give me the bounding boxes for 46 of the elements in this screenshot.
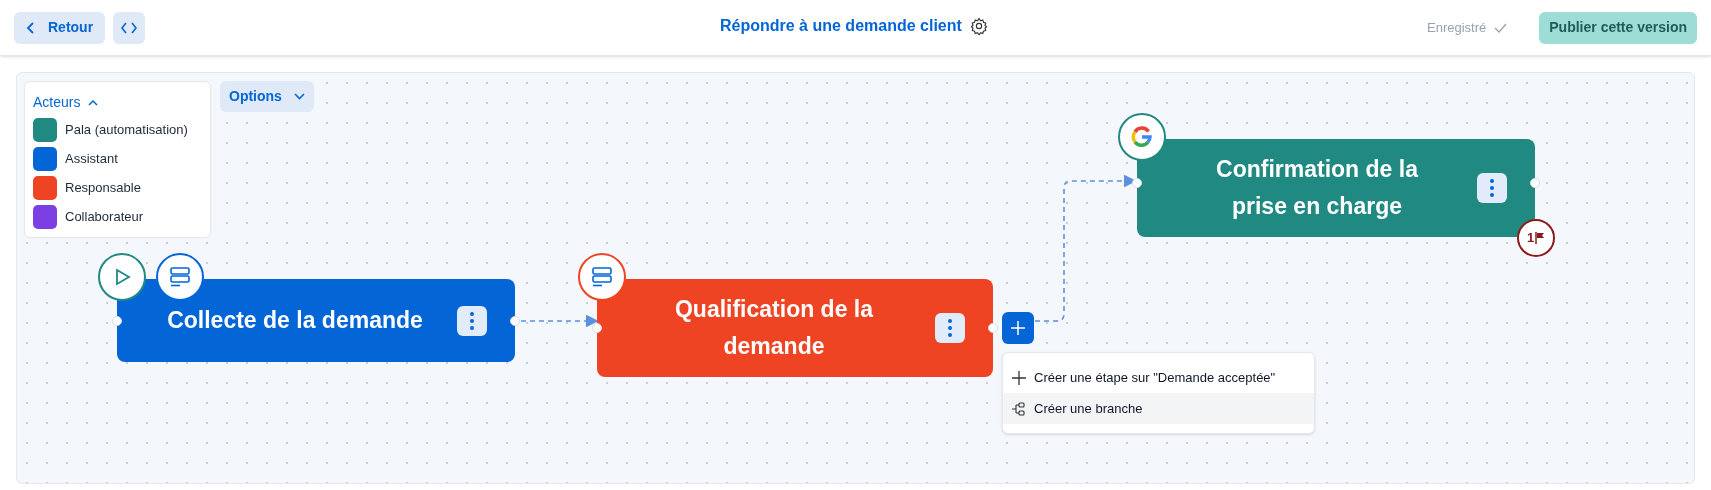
connection-handle[interactable] [988,323,998,333]
page-title: Répondre à une demande client [720,16,962,36]
code-icon [121,21,138,34]
check-icon [1494,22,1508,33]
publish-button[interactable]: Publier cette version [1539,11,1697,44]
more-options-button[interactable] [935,313,965,343]
step-title: Confirmation de la prise en charge [1215,155,1420,221]
actor-label: Responsable [65,179,141,198]
connection-handle[interactable] [1530,178,1540,188]
chevron-down-icon [293,93,305,100]
plus-icon [1010,320,1026,336]
step-node[interactable]: Collecte de la demande [117,279,515,362]
more-vertical-icon [948,319,952,337]
plus-icon [1012,370,1026,385]
connection-handle[interactable] [112,315,122,326]
actor-label: Pala (automatisation) [65,121,188,140]
multicolor-logo-icon [1131,126,1153,148]
add-step-button[interactable] [1002,312,1034,344]
options-button[interactable]: Options [220,81,314,112]
step-node[interactable]: Qualification de la demande [597,279,993,377]
more-vertical-icon [470,311,474,330]
more-vertical-icon [1490,179,1494,197]
menu-item[interactable]: Créer une branche [1003,393,1314,424]
actor-label: Collaborateur [65,208,144,227]
connection-handle[interactable] [1132,178,1142,188]
branch-icon [1012,401,1026,416]
flag-count-badge: 1 [1517,219,1555,257]
menu-item[interactable]: Créer une étape sur "Demande acceptée" [1003,362,1314,393]
step-title: Collecte de la demande [167,306,423,335]
settings-icon[interactable] [969,17,988,35]
stacked-form-icon [591,266,613,288]
actor-label: Assistant [65,150,118,169]
save-status: Enregistré [1427,18,1487,37]
legend-toggle[interactable]: Acteurs [33,92,202,113]
connection-handle[interactable] [592,323,602,333]
code-button[interactable] [113,11,146,44]
more-options-button[interactable] [1477,173,1507,203]
flag-icon [1535,232,1546,244]
more-options-button[interactable] [457,305,487,336]
stacked-form-icon [169,266,191,288]
connection-handle[interactable] [510,315,520,326]
chevron-up-icon [88,99,99,106]
chevron-left-icon [26,21,36,34]
canvas[interactable] [16,72,1695,484]
back-button[interactable]: Retour [14,11,106,44]
step-title: Qualification de la demande [673,295,875,361]
